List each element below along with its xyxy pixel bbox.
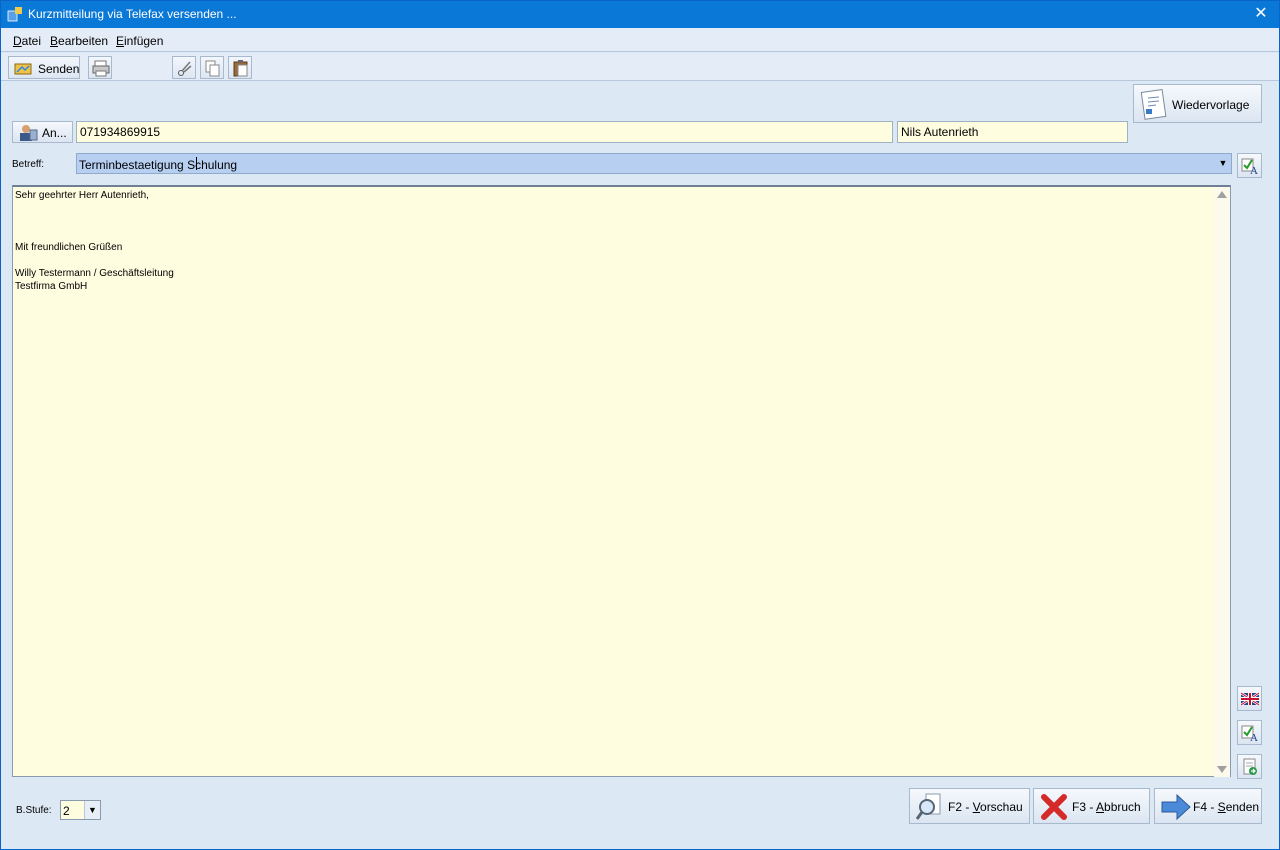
wiedervorlage-label: Wiedervorlage (1172, 98, 1250, 112)
send-label-prefix: F4 - (1193, 800, 1218, 814)
abort-label: F3 - Abbruch (1072, 800, 1141, 814)
insert-document-icon (1243, 758, 1257, 775)
svg-text:A: A (1250, 165, 1258, 175)
window-title: Kurzmitteilung via Telefax versenden ... (28, 7, 237, 21)
copy-button[interactable] (200, 56, 224, 79)
message-body-editor[interactable]: Sehr geehrter Herr Autenrieth, Mit freun… (12, 185, 1231, 777)
uk-flag-icon (1241, 691, 1259, 707)
contact-person-icon (20, 125, 38, 141)
menu-einfuegen-rest: infügen (124, 34, 164, 48)
bstufe-select[interactable]: 2 ▼ (60, 800, 101, 820)
text-caret (196, 157, 197, 170)
menu-bearbeiten[interactable]: Bearbeiten (50, 34, 108, 48)
subject-label: Betreff: (12, 159, 45, 170)
svg-text:A: A (1250, 732, 1258, 742)
cut-icon (178, 61, 192, 76)
send-label: F4 - Senden (1193, 800, 1259, 814)
cut-button[interactable] (172, 56, 196, 79)
toolbar: Senden (1, 53, 1279, 81)
menu-einfuegen-accel: E (116, 34, 125, 48)
menu-einfuegen[interactable]: Einfügen (116, 34, 163, 48)
spellcheck-icon: A (1241, 158, 1258, 175)
title-bar[interactable]: Kurzmitteilung via Telefax versenden ...… (1, 1, 1279, 28)
recipient-name-field[interactable]: Nils Autenrieth (897, 121, 1128, 143)
send-label-rest: enden (1225, 800, 1260, 814)
chevron-down-icon[interactable]: ▼ (84, 801, 100, 819)
menu-datei[interactable]: Datei (13, 34, 41, 48)
wiedervorlage-icon (1140, 89, 1167, 120)
abort-label-rest: bbruch (1104, 800, 1141, 814)
preview-label: F2 - Vorschau (948, 800, 1023, 814)
menu-bearbeiten-accel: B (50, 34, 59, 48)
abort-button[interactable]: F3 - Abbruch (1033, 788, 1150, 824)
preview-label-prefix: F2 - (948, 800, 973, 814)
menu-datei-accel: D (13, 34, 22, 48)
close-icon[interactable]: ✕ (1251, 4, 1271, 24)
scroll-down-icon[interactable] (1217, 766, 1227, 773)
toolbar-send-button[interactable]: Senden (8, 56, 80, 79)
spellcheck-subject-button[interactable]: A (1237, 153, 1262, 178)
an-button[interactable]: An... (12, 121, 73, 143)
insert-document-button[interactable] (1237, 754, 1262, 779)
spellcheck-body-button[interactable]: A (1237, 720, 1262, 745)
send-label-accel: S (1217, 800, 1226, 814)
send-icon (14, 63, 32, 75)
paste-icon (233, 60, 248, 77)
fax-app-icon (7, 6, 23, 22)
copy-icon (205, 60, 220, 77)
menu-datei-rest: atei (21, 34, 42, 48)
abort-label-accel: A (1096, 800, 1105, 814)
fax-number-field[interactable]: 071934869915 (76, 121, 893, 143)
arrow-right-icon (1161, 793, 1191, 821)
send-button[interactable]: F4 - Senden (1154, 788, 1262, 824)
chevron-down-icon[interactable]: ▼ (1215, 154, 1231, 173)
toolbar-send-label: Senden (38, 62, 80, 76)
print-button[interactable] (88, 56, 112, 79)
dialog-body: Wiedervorlage An... 071934869915 Nils Au… (4, 82, 1276, 842)
wiedervorlage-button[interactable]: Wiedervorlage (1133, 84, 1262, 123)
bstufe-value: 2 (63, 804, 70, 818)
menu-bar: Datei Bearbeiten Einfügen (1, 28, 1279, 52)
bstufe-label: B.Stufe: (16, 805, 52, 816)
red-x-icon (1041, 794, 1067, 820)
magnifier-icon (916, 793, 941, 820)
abort-label-prefix: F3 - (1072, 800, 1097, 814)
message-body-text[interactable]: Sehr geehrter Herr Autenrieth, Mit freun… (15, 189, 1210, 293)
preview-label-rest: orschau (980, 800, 1023, 814)
preview-label-accel: V (972, 800, 981, 814)
subject-value: Terminbestaetigung Schulung (79, 158, 238, 172)
menu-bearbeiten-rest: earbeiten (58, 34, 109, 48)
scroll-up-icon[interactable] (1217, 191, 1227, 198)
an-label: An... (42, 126, 67, 140)
preview-button[interactable]: F2 - Vorschau (909, 788, 1030, 824)
fax-dialog-window: Kurzmitteilung via Telefax versenden ...… (0, 0, 1280, 850)
spellcheck-icon: A (1241, 725, 1258, 742)
vertical-scrollbar[interactable] (1214, 187, 1230, 777)
subject-combobox[interactable]: Terminbestaetigung Schulung ▼ (76, 153, 1232, 174)
print-icon (92, 60, 110, 77)
paste-button[interactable] (228, 56, 252, 79)
language-button[interactable] (1237, 686, 1262, 711)
